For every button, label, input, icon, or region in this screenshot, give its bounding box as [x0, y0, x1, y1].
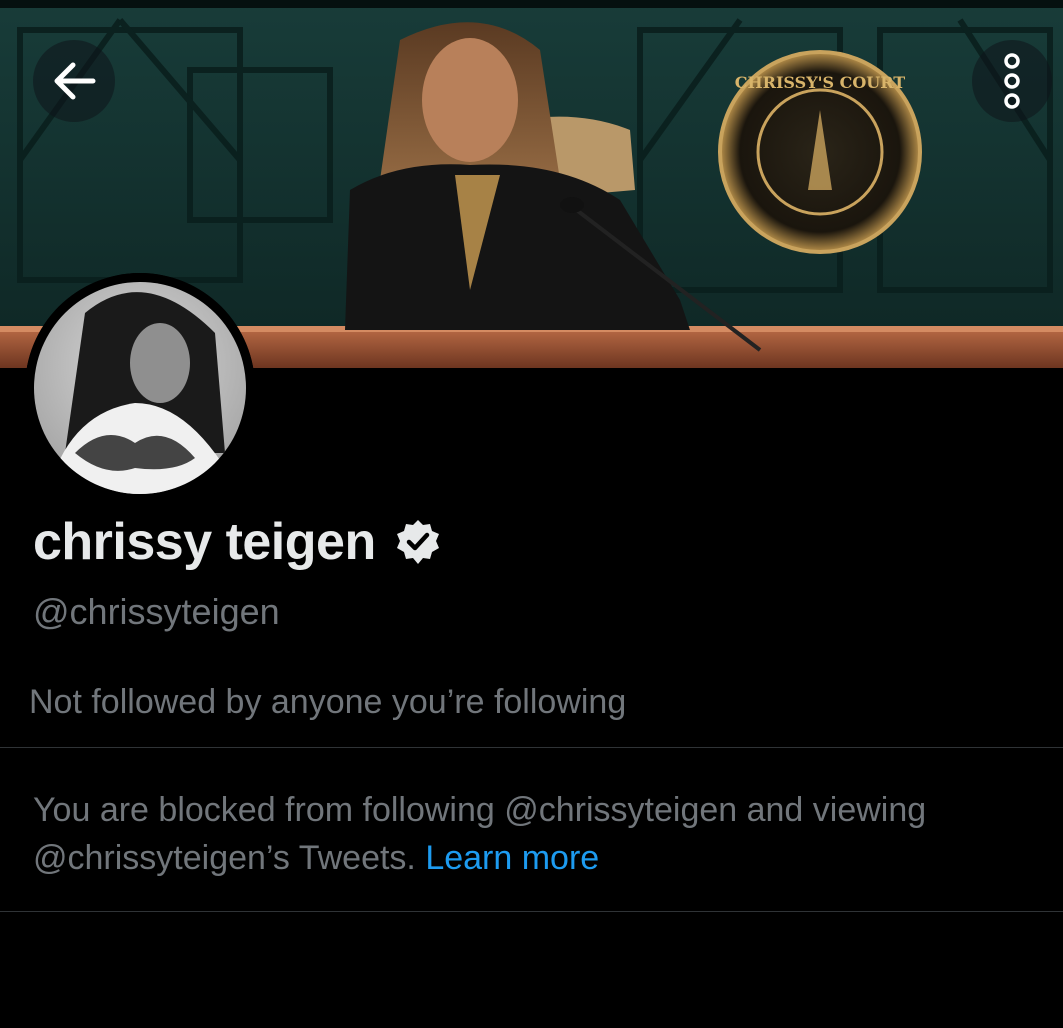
avatar-image [25, 273, 255, 503]
avatar[interactable] [25, 273, 255, 503]
followers-you-know-note[interactable]: Not followed by anyone you’re following [29, 680, 626, 724]
display-name: chrissy teigen [33, 513, 376, 571]
more-vertical-icon [1004, 53, 1020, 109]
blocked-notice-line1: You are blocked from following @chrissyt… [33, 791, 927, 829]
display-name-row: chrissy teigen [33, 510, 442, 574]
handle: @chrissyteigen [33, 591, 280, 632]
banner-seal-text: CHRISSY'S COURT [735, 73, 905, 92]
arrow-left-icon [54, 62, 96, 100]
back-button[interactable] [33, 40, 115, 122]
blocked-notice-line2: @chrissyteigen’s Tweets. [33, 839, 416, 877]
verified-badge-icon[interactable] [394, 518, 442, 566]
more-options-button[interactable] [972, 40, 1052, 122]
learn-more-link[interactable]: Learn more [425, 839, 599, 877]
divider [0, 911, 1063, 912]
blocked-notice: You are blocked from following @chrissyt… [33, 786, 1033, 882]
divider [0, 747, 1063, 748]
